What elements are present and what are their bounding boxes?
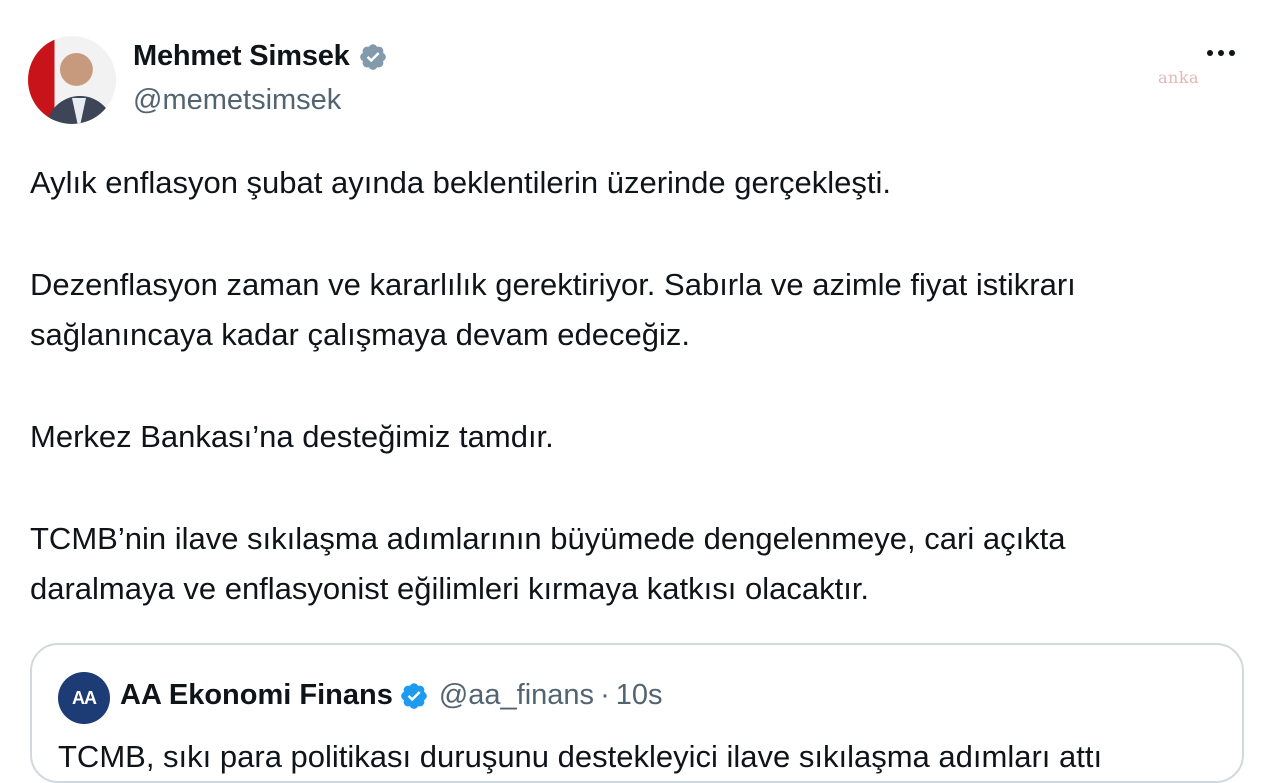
- tweet-paragraph: Dezenflasyon zaman ve kararlılık gerekti…: [30, 267, 1076, 352]
- more-dot: [1207, 50, 1213, 56]
- quoted-tweet-time[interactable]: 10s: [616, 679, 663, 712]
- author-avatar[interactable]: [28, 36, 116, 124]
- quoted-author-avatar[interactable]: AA: [58, 672, 110, 724]
- more-dot: [1218, 50, 1224, 56]
- more-options-icon[interactable]: [1207, 50, 1235, 56]
- quoted-tweet-card[interactable]: AA AA Ekonomi Finans @aa_finans · 10s TC…: [30, 643, 1244, 783]
- quoted-tweet-header: AA Ekonomi Finans @aa_finans · 10s: [120, 679, 663, 712]
- tweet-paragraph: Aylık enflasyon şubat ayında beklentiler…: [30, 165, 892, 200]
- tweet-text: Aylık enflasyon şubat ayında beklentiler…: [30, 158, 1250, 614]
- quoted-tweet-text: TCMB, sıkı para politikası duruşunu dest…: [58, 739, 1103, 774]
- quoted-author-handle[interactable]: @aa_finans: [439, 679, 594, 712]
- verified-badge-icon[interactable]: [358, 42, 388, 72]
- quoted-author-name[interactable]: AA Ekonomi Finans: [120, 679, 393, 712]
- author-display-name[interactable]: Mehmet Simsek: [133, 40, 350, 73]
- author-name-row: Mehmet Simsek: [133, 40, 388, 73]
- tweet-paragraph: TCMB’nin ilave sıkılaşma adımlarının büy…: [30, 521, 1066, 606]
- tweet-paragraph: Merkez Bankası’na desteğimiz tamdır.: [30, 419, 554, 454]
- verified-badge-icon[interactable]: [399, 681, 429, 711]
- separator-dot: ·: [600, 679, 610, 711]
- author-handle[interactable]: @memetsimsek: [133, 84, 341, 117]
- watermark-logo: anka: [1158, 68, 1200, 87]
- more-dot: [1229, 50, 1235, 56]
